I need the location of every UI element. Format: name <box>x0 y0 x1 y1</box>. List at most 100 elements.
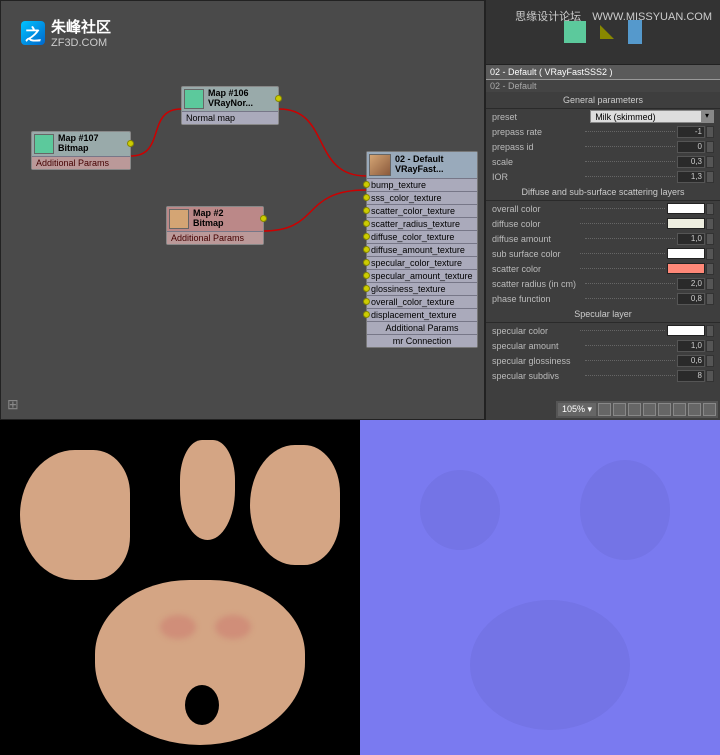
node-slot-normal[interactable]: Normal map <box>182 111 278 124</box>
param-label: scatter radius (in cm) <box>492 279 583 289</box>
tool-icon[interactable] <box>658 403 671 416</box>
node-footer[interactable]: Additional Params <box>367 321 477 334</box>
param-label: overall color <box>492 204 578 214</box>
zoom-extents-icon[interactable] <box>628 403 641 416</box>
param-value-input[interactable]: 2,0 <box>677 278 705 290</box>
node-footer[interactable]: Additional Params <box>167 231 263 244</box>
param-row: sub surface color <box>486 246 720 261</box>
rollup-diffuse[interactable]: Diffuse and sub-surface scattering layer… <box>486 184 720 201</box>
material-preview-icon <box>369 154 391 176</box>
spinner-control[interactable] <box>706 355 714 367</box>
param-value-input[interactable]: 0 <box>677 141 705 153</box>
spinner-control[interactable] <box>706 233 714 245</box>
zoom-percent[interactable]: 105% ▾ <box>558 403 596 416</box>
input-socket[interactable] <box>363 285 370 292</box>
sample-swatch[interactable] <box>564 21 586 43</box>
spinner-control[interactable] <box>706 325 714 337</box>
material-slot-specular_color_texture[interactable]: specular_color_texture <box>367 256 477 269</box>
spinner-control[interactable] <box>706 278 714 290</box>
material-slot-glossiness_texture[interactable]: glossiness_texture <box>367 282 477 295</box>
spinner-control[interactable] <box>706 203 714 215</box>
panel-subtitle: 02 - Default <box>486 80 720 92</box>
material-slot-overall_color_texture[interactable]: overall_color_texture <box>367 295 477 308</box>
viewport-zoom-toolbar: 105% ▾ <box>556 401 718 418</box>
node-footer[interactable]: Additional Params <box>32 156 130 169</box>
material-slot-specular_amount_texture[interactable]: specular_amount_texture <box>367 269 477 282</box>
rollup-specular[interactable]: Specular layer <box>486 306 720 323</box>
input-socket[interactable] <box>363 259 370 266</box>
param-label: scale <box>492 157 583 167</box>
node-bitmap-107[interactable]: Map #107Bitmap Additional Params <box>31 131 131 170</box>
node-title: Map #2Bitmap <box>193 209 224 229</box>
spinner-control[interactable] <box>706 370 714 382</box>
spinner-control[interactable] <box>706 293 714 305</box>
spinner-control[interactable] <box>706 248 714 260</box>
input-socket[interactable] <box>363 207 370 214</box>
param-row: phase function0,8 <box>486 291 720 306</box>
param-value-input[interactable]: 1,0 <box>677 233 705 245</box>
color-swatch[interactable] <box>667 218 705 229</box>
color-swatch[interactable] <box>667 248 705 259</box>
spinner-control[interactable] <box>706 171 714 183</box>
material-slot-displacement_texture[interactable]: displacement_texture <box>367 308 477 321</box>
input-socket[interactable] <box>363 233 370 240</box>
sample-swatch[interactable] <box>600 25 614 39</box>
color-swatch[interactable] <box>667 203 705 214</box>
param-label: diffuse amount <box>492 234 583 244</box>
param-value-input[interactable]: 0,3 <box>677 156 705 168</box>
tool-icon[interactable] <box>688 403 701 416</box>
param-row: overall color <box>486 201 720 216</box>
param-row: diffuse color <box>486 216 720 231</box>
node-title: 02 - DefaultVRayFast... <box>395 155 444 175</box>
param-row: diffuse amount 1,0 <box>486 231 720 246</box>
material-slot-scatter_radius_texture[interactable]: scatter_radius_texture <box>367 217 477 230</box>
input-socket[interactable] <box>363 181 370 188</box>
input-socket[interactable] <box>363 311 370 318</box>
spinner-control[interactable] <box>706 218 714 230</box>
input-socket[interactable] <box>363 220 370 227</box>
output-socket[interactable] <box>127 140 134 147</box>
param-label: scatter color <box>492 264 578 274</box>
param-value-input[interactable]: 1,0 <box>677 340 705 352</box>
node-bitmap-2[interactable]: Map #2Bitmap Additional Params <box>166 206 264 245</box>
node-footer[interactable]: mr Connection <box>367 334 477 347</box>
param-label: prepass id <box>492 142 583 152</box>
param-value-input[interactable]: 8 <box>677 370 705 382</box>
material-slot-bump_texture[interactable]: bump_texture <box>367 178 477 191</box>
input-socket[interactable] <box>363 272 370 279</box>
tool-icon[interactable] <box>703 403 716 416</box>
input-socket[interactable] <box>363 298 370 305</box>
tool-icon[interactable] <box>673 403 686 416</box>
spinner-control[interactable] <box>706 126 714 138</box>
spinner-control[interactable] <box>706 141 714 153</box>
rollup-general[interactable]: General parameters <box>486 92 720 109</box>
node-editor-canvas[interactable]: 之 朱峰社区 ZF3D.COM Map #107Bitmap Additiona… <box>0 0 485 420</box>
param-value-input[interactable]: 0,8 <box>677 293 705 305</box>
node-thumbnail-icon <box>34 134 54 154</box>
node-normal-map[interactable]: Map #106VRayNor... Normal map <box>181 86 279 125</box>
material-slot-diffuse_amount_texture[interactable]: diffuse_amount_texture <box>367 243 477 256</box>
region-zoom-icon[interactable] <box>643 403 656 416</box>
input-socket[interactable] <box>363 246 370 253</box>
param-value-input[interactable]: -1 <box>677 126 705 138</box>
input-socket[interactable] <box>363 194 370 201</box>
param-value-input[interactable]: 0,6 <box>677 355 705 367</box>
material-slot-sss_color_texture[interactable]: sss_color_texture <box>367 191 477 204</box>
preset-dropdown[interactable]: Milk (skimmed) ▾ <box>590 110 714 123</box>
output-socket[interactable] <box>275 95 282 102</box>
spinner-control[interactable] <box>706 156 714 168</box>
param-value-input[interactable]: 1,3 <box>677 171 705 183</box>
color-swatch[interactable] <box>667 263 705 274</box>
material-slot-diffuse_color_texture[interactable]: diffuse_color_texture <box>367 230 477 243</box>
zoom-icon[interactable] <box>613 403 626 416</box>
output-socket[interactable] <box>260 215 267 222</box>
color-swatch[interactable] <box>667 325 705 336</box>
spinner-control[interactable] <box>706 263 714 275</box>
pan-icon[interactable] <box>598 403 611 416</box>
param-row: prepass id 0 <box>486 139 720 154</box>
node-material-vrayfastsss[interactable]: 02 - DefaultVRayFast... bump_texturesss_… <box>366 151 478 348</box>
navigator-icon[interactable]: ⊞ <box>7 396 19 413</box>
spinner-control[interactable] <box>706 340 714 352</box>
param-label: diffuse color <box>492 219 578 229</box>
material-slot-scatter_color_texture[interactable]: scatter_color_texture <box>367 204 477 217</box>
